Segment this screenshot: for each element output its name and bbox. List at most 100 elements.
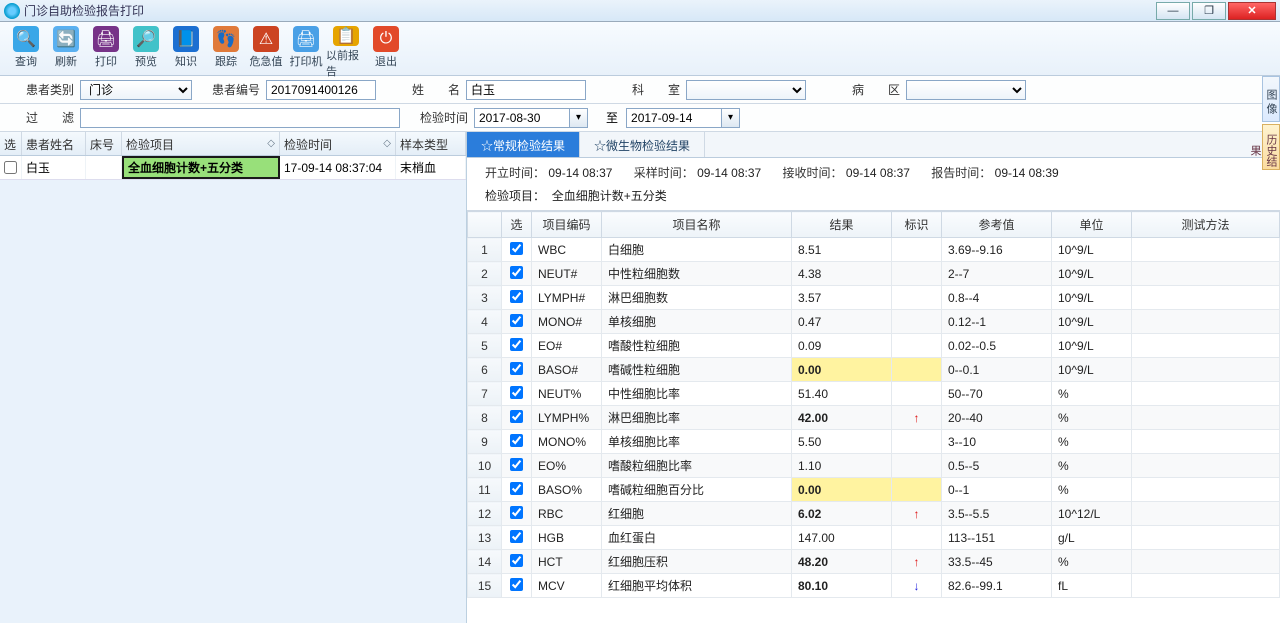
patient-id-input[interactable]: [266, 80, 376, 100]
col-proj[interactable]: 检验项目◇: [122, 132, 280, 155]
result-row[interactable]: 3LYMPH#淋巴细胞数3.570.8--410^9/L: [468, 286, 1280, 310]
result-row[interactable]: 2NEUT#中性粒细胞数4.382--710^9/L: [468, 262, 1280, 286]
toolbar-退出[interactable]: ⏻退出: [366, 24, 406, 75]
toolbar-预览[interactable]: 🔎预览: [126, 24, 166, 75]
th-flag[interactable]: 标识: [892, 212, 942, 238]
result-row[interactable]: 7NEUT%中性细胞比率51.4050--70%: [468, 382, 1280, 406]
date-separator: 至: [598, 109, 626, 126]
dept-select[interactable]: [686, 80, 806, 100]
date-from-input[interactable]: [474, 108, 570, 128]
result-row[interactable]: 11BASO%嗜碱粒细胞百分比0.000--1%: [468, 478, 1280, 502]
th-sel[interactable]: 选: [502, 212, 532, 238]
main-toolbar: 🔍查询🔄刷新🖨打印🔎预览📘知识👣跟踪⚠危急值🖨打印机📋以前报告⏻退出: [0, 22, 1280, 76]
result-method: [1132, 454, 1280, 478]
toolbar-icon: 🔍: [13, 26, 39, 52]
result-unit: g/L: [1052, 526, 1132, 550]
row-checkbox[interactable]: [4, 161, 17, 174]
result-checkbox[interactable]: [510, 314, 523, 327]
result-row[interactable]: 8LYMPH%淋巴细胞比率42.00↑20--40%: [468, 406, 1280, 430]
col-time[interactable]: 检验时间◇: [280, 132, 396, 155]
result-ref: 0.5--5: [942, 454, 1052, 478]
toolbar-以前报告[interactable]: 📋以前报告: [326, 24, 366, 75]
toolbar-危急值[interactable]: ⚠危急值: [246, 24, 286, 75]
col-bed[interactable]: 床号: [86, 132, 122, 155]
filter-input[interactable]: [80, 108, 400, 128]
result-name: 血红蛋白: [602, 526, 792, 550]
toolbar-打印[interactable]: 🖨打印: [86, 24, 126, 75]
project-label: 检验项目：: [485, 189, 545, 203]
result-checkbox[interactable]: [510, 386, 523, 399]
result-method: [1132, 334, 1280, 358]
result-method: [1132, 526, 1280, 550]
result-name: 淋巴细胞数: [602, 286, 792, 310]
result-code: EO%: [532, 454, 602, 478]
rail-image-button[interactable]: 图 像: [1262, 76, 1280, 122]
th-method[interactable]: 测试方法: [1132, 212, 1280, 238]
result-checkbox[interactable]: [510, 266, 523, 279]
result-checkbox[interactable]: [510, 242, 523, 255]
toolbar-查询[interactable]: 🔍查询: [6, 24, 46, 75]
result-row[interactable]: 13HGB血红蛋白147.00113--151g/L: [468, 526, 1280, 550]
result-checkbox[interactable]: [510, 290, 523, 303]
date-to-dropdown-icon[interactable]: ▾: [722, 108, 740, 128]
result-checkbox[interactable]: [510, 578, 523, 591]
result-value: 0.47: [792, 310, 892, 334]
th-code[interactable]: 项目编码: [532, 212, 602, 238]
result-row[interactable]: 5EO#嗜酸性粒细胞0.090.02--0.510^9/L: [468, 334, 1280, 358]
result-row[interactable]: 12RBC红细胞6.02↑3.5--5.510^12/L: [468, 502, 1280, 526]
toolbar-label: 预览: [135, 53, 157, 69]
left-list-body: 白玉全血细胞计数+五分类17-09-14 08:37:04末梢血: [0, 156, 466, 623]
th-result[interactable]: 结果: [792, 212, 892, 238]
name-input[interactable]: [466, 80, 586, 100]
date-from-dropdown-icon[interactable]: ▾: [570, 108, 588, 128]
tab-micro-results[interactable]: ☆微生物检验结果: [580, 132, 705, 157]
th-ref[interactable]: 参考值: [942, 212, 1052, 238]
result-code: HCT: [532, 550, 602, 574]
col-name[interactable]: 患者姓名: [22, 132, 86, 155]
result-row[interactable]: 14HCT红细胞压积48.20↑33.5--45%: [468, 550, 1280, 574]
th-name[interactable]: 项目名称: [602, 212, 792, 238]
minimize-button[interactable]: —: [1156, 2, 1190, 20]
result-checkbox[interactable]: [510, 506, 523, 519]
result-name: 嗜碱粒细胞百分比: [602, 478, 792, 502]
result-checkbox[interactable]: [510, 458, 523, 471]
info-line: 开立时间： 09-14 08:37 采样时间： 09-14 08:37 接收时间…: [467, 158, 1280, 183]
result-row[interactable]: 10EO%嗜酸粒细胞比率1.100.5--5%: [468, 454, 1280, 478]
result-row[interactable]: 6BASO#嗜碱性粒细胞0.000--0.110^9/L: [468, 358, 1280, 382]
row-number: 1: [468, 238, 502, 262]
maximize-button[interactable]: ❐: [1192, 2, 1226, 20]
result-checkbox[interactable]: [510, 362, 523, 375]
ward-select[interactable]: [906, 80, 1026, 100]
result-checkbox[interactable]: [510, 410, 523, 423]
result-ref: 113--151: [942, 526, 1052, 550]
rail-history-button[interactable]: 历史结果: [1262, 124, 1280, 170]
result-checkbox[interactable]: [510, 530, 523, 543]
result-checkbox[interactable]: [510, 434, 523, 447]
result-checkbox[interactable]: [510, 482, 523, 495]
close-button[interactable]: ✕: [1228, 2, 1276, 20]
result-checkbox[interactable]: [510, 554, 523, 567]
result-row[interactable]: 4MONO#单核细胞0.470.12--110^9/L: [468, 310, 1280, 334]
result-row[interactable]: 9MONO%单核细胞比率5.503--10%: [468, 430, 1280, 454]
col-stype[interactable]: 样本类型: [396, 132, 466, 155]
col-sel[interactable]: 选: [0, 132, 22, 155]
result-row[interactable]: 15MCV红细胞平均体积80.10↓82.6--99.1fL: [468, 574, 1280, 598]
row-bed: [86, 156, 122, 179]
toolbar-知识[interactable]: 📘知识: [166, 24, 206, 75]
date-to-input[interactable]: [626, 108, 722, 128]
result-checkbox[interactable]: [510, 338, 523, 351]
arrow-up-icon: ↑: [914, 411, 920, 425]
toolbar-刷新[interactable]: 🔄刷新: [46, 24, 86, 75]
patient-type-select[interactable]: 门诊: [80, 80, 192, 100]
th-unit[interactable]: 单位: [1052, 212, 1132, 238]
row-sample-type: 末梢血: [396, 156, 466, 179]
result-method: [1132, 286, 1280, 310]
toolbar-打印机[interactable]: 🖨打印机: [286, 24, 326, 75]
result-row[interactable]: 1WBC白细胞8.513.69--9.1610^9/L: [468, 238, 1280, 262]
patient-row[interactable]: 白玉全血细胞计数+五分类17-09-14 08:37:04末梢血: [0, 156, 466, 180]
row-number: 13: [468, 526, 502, 550]
result-flag: [892, 286, 942, 310]
toolbar-跟踪[interactable]: 👣跟踪: [206, 24, 246, 75]
result-table-wrap[interactable]: 选 项目编码 项目名称 结果 标识 参考值 单位 测试方法 1WBC白细胞8.5…: [467, 210, 1280, 623]
tab-routine-results[interactable]: ☆常规检验结果: [467, 132, 580, 157]
